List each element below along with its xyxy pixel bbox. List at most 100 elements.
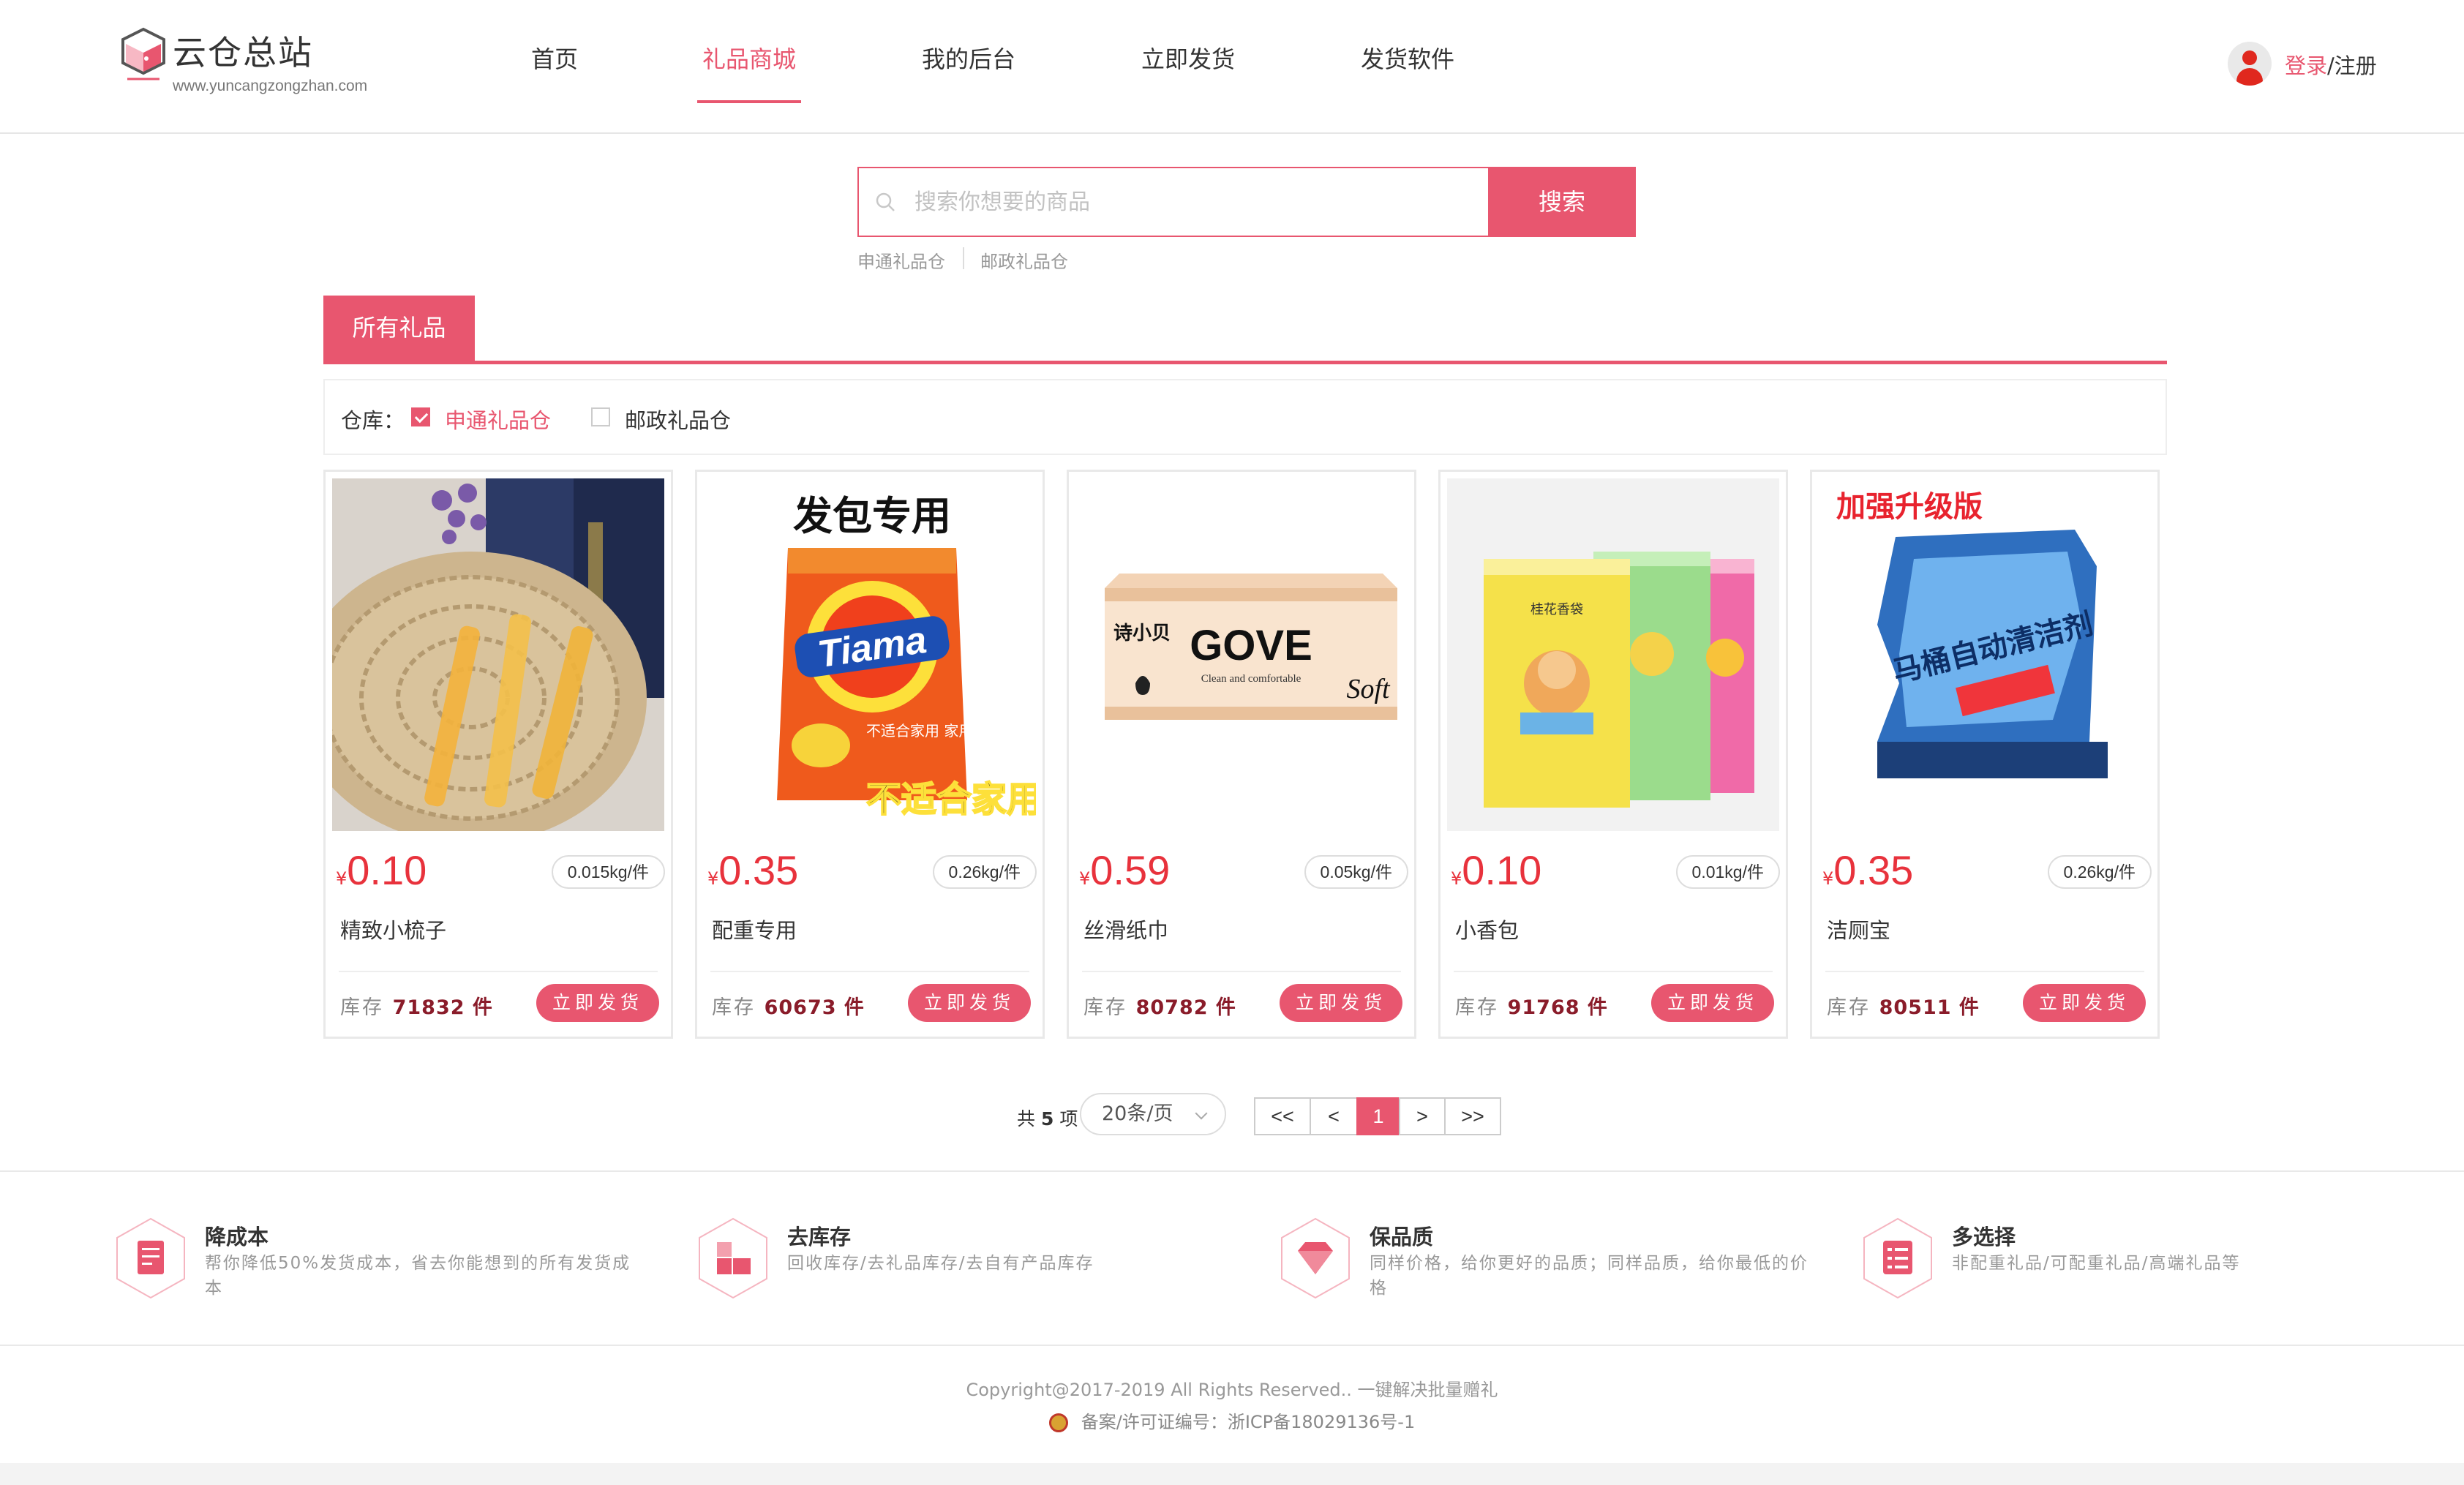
product-image-toilet-cleaner[interactable]: 加强升级版 马桶自动清洁剂 [1819,478,2151,831]
product-name[interactable]: 精致小梳子 [340,914,446,944]
stock-count: 80782 件 [1135,996,1236,1019]
product-card[interactable]: 诗小贝 GOVE Clean and comfortable Soft ¥0.5… [1067,470,1416,1039]
tab-bar: 所有礼品 [323,296,2167,364]
stock-info: 库存 60673 件 [712,991,865,1020]
currency-symbol: ¥ [1822,868,1834,889]
price-value: 0.59 [1090,847,1171,893]
pagination-total: 共 5 项 [1017,1105,1078,1131]
avatar-body-shape [2236,68,2263,86]
detergent-top-text: 发包专用 [793,493,951,539]
register-link[interactable]: /注册 [2327,53,2377,78]
total-prefix: 共 [1017,1108,1036,1129]
warehouse-filter: 仓库： 申通礼品仓 邮政礼品仓 [323,379,2167,455]
product-name[interactable]: 洁厕宝 [1827,914,1890,944]
weight-badge: 0.01kg/件 [1675,855,1780,889]
product-image-tissue[interactable]: 诗小贝 GOVE Clean and comfortable Soft [1075,478,1408,831]
stock-count: 80511 件 [1879,996,1980,1019]
user-area: 登录/注册 [2228,40,2389,87]
product-card[interactable]: 桂花香袋 ¥0.10 0.01kg/件 小香包 库存 91768 件 立即发货 [1438,470,1788,1039]
checkbox-youzheng[interactable] [591,407,610,426]
total-count: 5 [1040,1108,1054,1129]
cleaner-top-text: 加强升级版 [1836,490,1983,524]
boxes-icon [699,1217,767,1299]
search-box [857,167,1488,237]
feature-quality: 保品质 同样价格，给你更好的品质；同样品质，给你最低的价格 [1277,1216,1833,1318]
checkbox-label-youzheng[interactable]: 邮政礼品仓 [625,404,731,435]
checklist-icon [1863,1217,1932,1299]
product-image-detergent[interactable]: Tiama 不适合家用 家用勿拍 发包专用 不适合家用 [704,478,1036,831]
product-card[interactable]: ¥0.10 0.015kg/件 精致小梳子 库存 71832 件 立即发货 [323,470,673,1039]
checkbox-label-shentong[interactable]: 申通礼品仓 [445,404,551,435]
checkbox-shentong[interactable] [411,407,430,426]
stock-count: 71832 件 [392,996,493,1019]
nav-ship-now[interactable]: 立即发货 [1141,41,1235,104]
stock-count: 60673 件 [764,996,865,1019]
ship-now-button[interactable]: 立即发货 [2023,984,2146,1022]
product-name[interactable]: 丝滑纸巾 [1083,914,1168,944]
nav-active-underline [697,100,801,103]
product-name[interactable]: 小香包 [1455,914,1519,944]
comb-photo [332,478,664,831]
beian-info: 备案/许可证编号：浙ICP备18029136号-1 [0,1407,2464,1433]
first-page-button[interactable]: << [1254,1097,1311,1135]
feature-title: 保品质 [1370,1225,1434,1249]
feature-desc: 帮你降低50%发货成本，省去你能想到的所有发货成本 [205,1254,631,1298]
ship-now-button[interactable]: 立即发货 [1280,984,1402,1022]
prev-page-button[interactable]: < [1310,1097,1358,1135]
ship-now-button[interactable]: 立即发货 [536,984,659,1022]
document-icon [116,1217,185,1299]
product-image-sachet[interactable]: 桂花香袋 [1447,478,1779,831]
product-price: ¥0.35 [1822,846,1913,894]
beian-link[interactable]: 备案/许可证编号：浙ICP备18029136号-1 [1081,1412,1415,1432]
search-input[interactable] [914,168,1470,236]
stock-count: 91768 件 [1507,996,1608,1019]
copyright-text: Copyright@2017-2019 All Rights Reserved.… [966,1380,1498,1400]
logo[interactable]: 云仓总站 www.yuncangzongzhan.com [120,25,427,105]
page-1-button[interactable]: 1 [1356,1097,1400,1135]
currency-symbol: ¥ [1079,868,1091,889]
page: 云仓总站 www.yuncangzongzhan.com 首页 礼品商城 我的后… [0,0,2464,1485]
police-badge-icon [1048,1413,1068,1432]
currency-symbol: ¥ [336,868,348,889]
tag-divider [963,247,964,269]
weight-badge: 0.015kg/件 [551,855,665,889]
nav-home[interactable]: 首页 [531,41,578,104]
detergent-warning-text: 不适合家用 家用勿拍 [866,722,1002,740]
card-divider [1454,971,1773,972]
search-tag-youzheng[interactable]: 邮政礼品仓 [980,247,1068,273]
diamond-icon [1281,1217,1350,1299]
header: 云仓总站 www.yuncangzongzhan.com 首页 礼品商城 我的后… [0,0,2464,134]
next-page-button[interactable]: > [1399,1097,1446,1135]
sachet-photo: 桂花香袋 [1447,478,1779,831]
feature-desc: 同样价格，给你更好的品质；同样品质，给你最低的价格 [1370,1254,1808,1298]
total-suffix: 项 [1059,1108,1078,1129]
search-button[interactable]: 搜索 [1488,167,1636,237]
tab-all-gifts[interactable]: 所有礼品 [323,296,475,361]
nav-my-backend[interactable]: 我的后台 [922,41,1015,104]
feature-desc: 非配重礼品/可配重礼品/高端礼品等 [1952,1254,2241,1273]
product-image-comb[interactable] [332,478,664,831]
tissue-soft-text: Soft [1346,674,1391,704]
currency-symbol: ¥ [707,868,719,889]
product-name[interactable]: 配重专用 [712,914,797,944]
login-link[interactable]: 登录 [2285,53,2327,78]
nav-gift-mall[interactable]: 礼品商城 [702,41,796,104]
product-card[interactable]: 加强升级版 马桶自动清洁剂 ¥0.35 0.26kg/件 洁厕宝 库存 8051… [1810,470,2160,1039]
feature-title: 去库存 [787,1225,852,1249]
search-tag-shentong[interactable]: 申通礼品仓 [857,247,945,273]
ship-now-button[interactable]: 立即发货 [908,984,1031,1022]
last-page-button[interactable]: >> [1444,1097,1501,1135]
stock-label: 库存 [1455,996,1499,1019]
stock-info: 库存 80782 件 [1083,991,1236,1020]
avatar[interactable] [2228,42,2272,86]
detergent-photo: Tiama 不适合家用 家用勿拍 发包专用 不适合家用 [704,478,1036,831]
product-card[interactable]: Tiama 不适合家用 家用勿拍 发包专用 不适合家用 ¥0.35 0.26kg… [695,470,1045,1039]
stock-label: 库存 [1083,996,1127,1019]
card-divider [339,971,658,972]
bottom-bar [0,1463,2464,1485]
ship-now-button[interactable]: 立即发货 [1651,984,1774,1022]
feature-reduce-cost: 降成本 帮你降低50%发货成本，省去你能想到的所有发货成本 [113,1216,669,1318]
tissue-sub-text: Clean and comfortable [1201,673,1302,685]
page-size-select[interactable]: 20条/页 [1080,1093,1226,1135]
nav-ship-software[interactable]: 发货软件 [1361,41,1454,104]
